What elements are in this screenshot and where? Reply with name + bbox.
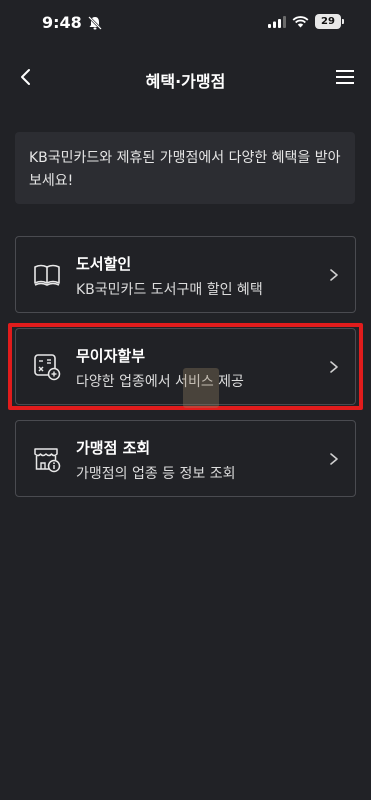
nav-bar: 혜택·가맹점 (0, 52, 371, 104)
calculator-icon (34, 354, 61, 381)
book-icon (34, 264, 60, 286)
page-title: 혜택·가맹점 (145, 72, 226, 91)
item-title: 도서할인 (76, 255, 132, 273)
benefit-item-merchant-search[interactable]: 가맹점 조회 가맹점의 업종 등 정보 조회 (15, 420, 356, 497)
store-icon (34, 448, 61, 473)
battery-icon: 29 (315, 14, 344, 29)
chevron-right-icon (330, 453, 338, 465)
benefit-item-book-discount[interactable]: 도서할인 KB국민카드 도서구매 할인 혜택 (15, 236, 356, 313)
item-title: 무이자할부 (76, 347, 146, 365)
notice-box: KB국민카드와 제휴된 가맹점에서 다양한 혜택을 받아 보세요! (15, 132, 355, 204)
hamburger-menu-icon[interactable] (333, 65, 357, 89)
notice-text: KB국민카드와 제휴된 가맹점에서 다양한 혜택을 받아 보세요! (29, 150, 341, 189)
chevron-right-icon (330, 361, 338, 373)
item-description: KB국민카드 도서구매 할인 혜택 (76, 282, 263, 298)
status-time: 9:48 (42, 13, 82, 32)
wifi-icon (292, 15, 309, 27)
bell-slash-icon (88, 16, 102, 30)
item-description: 가맹점의 업종 등 정보 조회 (76, 466, 236, 482)
watermark (183, 368, 219, 408)
chevron-right-icon (330, 269, 338, 281)
signal-icon (268, 15, 286, 28)
status-bar: 9:48 29 (0, 0, 371, 48)
item-title: 가맹점 조회 (76, 439, 151, 457)
